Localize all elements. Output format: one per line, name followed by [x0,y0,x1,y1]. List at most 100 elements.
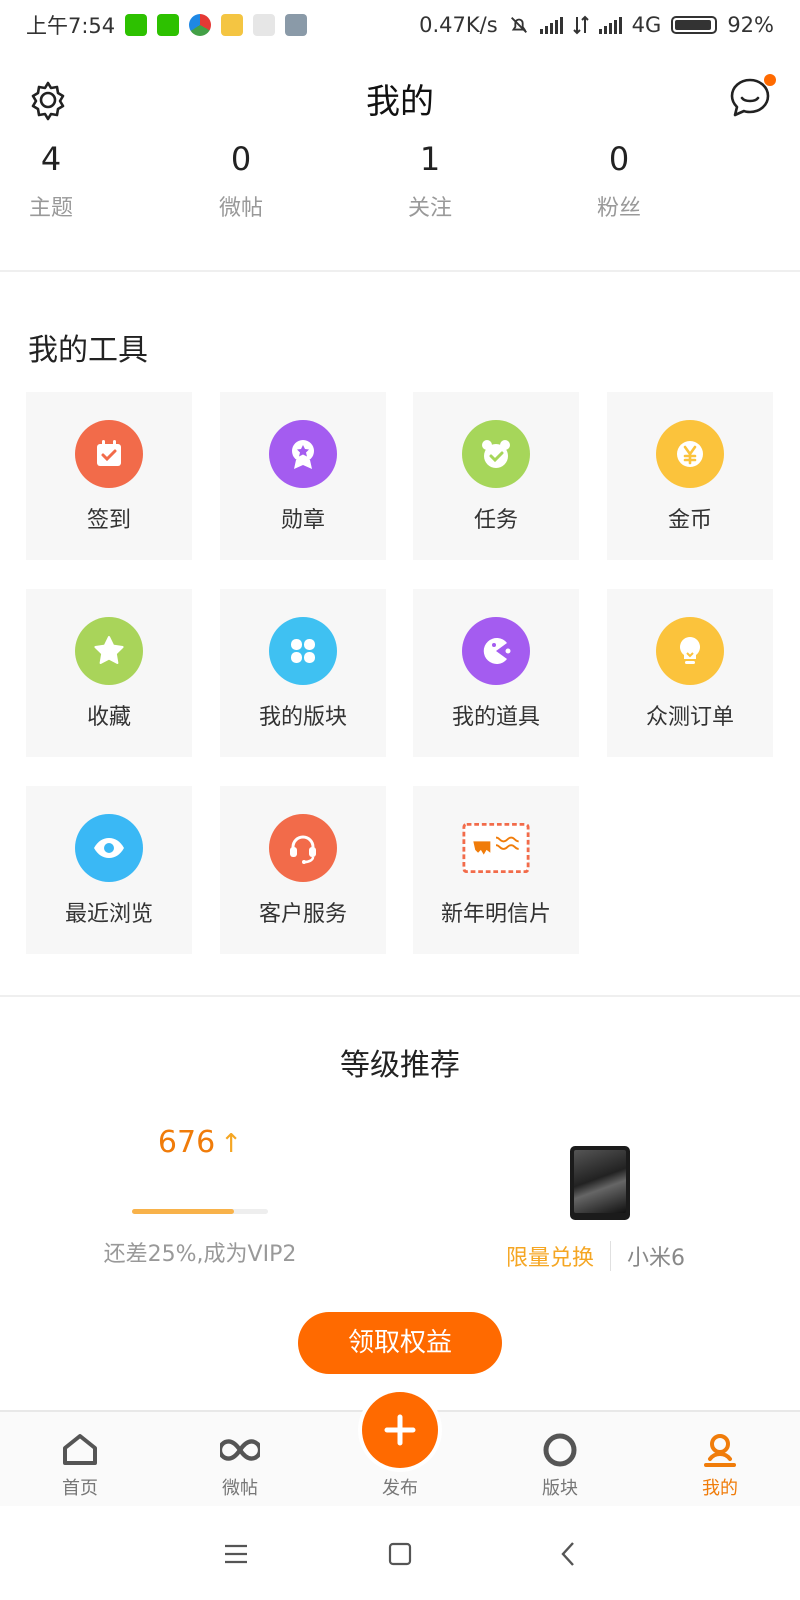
tool-checkin[interactable]: 签到 [26,392,192,560]
tab-label: 首页 [62,1478,98,1499]
tool-test-orders[interactable]: 众测订单 [607,589,773,757]
signal-icon [539,16,563,34]
medal-icon [269,420,337,488]
chevron-left-icon [561,1542,574,1566]
tool-label: 收藏 [86,705,131,730]
eye-icon [75,814,143,882]
product-phone-image[interactable] [570,1146,630,1220]
tool-my-items[interactable]: 我的道具 [413,589,579,757]
stat-value: 0 [608,140,630,178]
tab-forums[interactable]: 版块 [510,1412,610,1508]
tool-medal[interactable]: 勋章 [220,392,386,560]
separator [610,1241,612,1271]
page-header: 我的 [0,60,800,140]
headset-icon [269,814,337,882]
tiktok-icon [253,14,276,36]
data-transfer-icon [572,15,589,35]
tab-posts[interactable]: 微帖 [190,1412,290,1508]
yuan-coin-icon [656,420,724,488]
level-points: 676 ↑ [130,1125,270,1160]
calculator-icon [285,14,308,36]
network-speed: 0.47K/s [419,13,498,37]
claim-benefits-button[interactable]: 领取权益 [298,1312,502,1374]
product-name: 小米6 [627,1246,686,1271]
tab-label: 发布 [382,1478,418,1499]
app-notification-icon [221,14,244,36]
menu-icon [225,1544,247,1564]
menu-button[interactable] [216,1534,256,1574]
browser-icon [189,14,212,36]
tool-coins[interactable]: 金币 [607,392,773,560]
wechat-icon [125,14,148,36]
status-bar: 上午7:54 0.47K/s 4G 92% [0,0,800,50]
tool-label: 最近浏览 [64,902,153,927]
tab-home[interactable]: 首页 [30,1412,130,1508]
tool-my-forums[interactable]: 我的版块 [220,589,386,757]
vip-progress-bar [132,1209,268,1214]
square-icon [388,1542,412,1566]
tool-label: 我的版块 [258,705,347,730]
person-icon [700,1430,740,1470]
stat-value: 4 [40,140,62,178]
tool-new-year-postcard[interactable]: 新年明信片 [413,786,579,954]
tools-section-title: 我的工具 [28,333,148,368]
page-title: 我的 [366,82,434,122]
messages-button[interactable] [726,74,776,122]
tool-label: 我的道具 [451,705,540,730]
tool-label: 签到 [86,508,131,533]
arrow-up-icon: ↑ [220,1129,243,1159]
tab-mine[interactable]: 我的 [670,1412,770,1508]
tool-label: 新年明信片 [440,902,551,927]
limited-exchange[interactable]: 限量兑换 小米6 [506,1240,685,1272]
tool-favorites[interactable]: 收藏 [26,589,192,757]
home-icon [60,1430,100,1470]
postcard-icon [462,814,530,882]
task-bear-icon [462,420,530,488]
network-type: 4G [631,13,662,37]
stat-label: 粉丝 [596,196,641,221]
profile-stats: 4 主题 0 微帖 1 关注 0 粉丝 [0,140,800,250]
tool-label: 客户服务 [258,902,347,927]
tool-label: 任务 [473,508,518,533]
stat-label: 微帖 [218,196,263,221]
grid-petal-icon [269,617,337,685]
exchange-label: 限量兑换 [506,1246,595,1271]
plus-icon [384,1414,416,1446]
pacman-icon [462,617,530,685]
ring-icon [540,1430,580,1470]
tool-label: 勋章 [280,508,325,533]
vip-progress-fill [132,1209,234,1214]
notification-dot [764,74,776,86]
tool-customer-service[interactable]: 客户服务 [220,786,386,954]
tool-label: 众测订单 [645,705,734,730]
stat-topics[interactable]: 4 主题 [26,140,146,222]
battery-level: 92% [727,13,774,37]
stat-posts[interactable]: 0 微帖 [216,140,336,222]
mute-bell-icon [510,17,527,33]
stat-following[interactable]: 1 关注 [405,140,525,222]
wechat-icon [157,14,180,36]
publish-button[interactable] [362,1392,438,1468]
system-nav-bar [0,1506,800,1600]
divider [0,995,800,997]
divider [0,270,800,272]
calendar-check-icon [75,420,143,488]
signal-icon [598,16,622,34]
tool-task[interactable]: 任务 [413,392,579,560]
lightbulb-icon [656,617,724,685]
stat-fans[interactable]: 0 粉丝 [594,140,714,222]
stat-value: 0 [230,140,252,178]
tab-label: 微帖 [222,1478,258,1499]
stat-label: 主题 [28,196,73,221]
status-time: 上午7:54 [26,14,116,38]
stat-value: 1 [419,140,441,178]
level-recommend-title: 等级推荐 [340,1048,460,1083]
star-icon [75,617,143,685]
battery-icon [671,16,718,34]
stat-label: 关注 [407,196,452,221]
tool-recent-views[interactable]: 最近浏览 [26,786,192,954]
points-value: 676 [157,1125,216,1160]
home-nav-button[interactable] [380,1534,420,1574]
tab-label: 我的 [702,1478,738,1499]
back-button[interactable] [548,1534,588,1574]
